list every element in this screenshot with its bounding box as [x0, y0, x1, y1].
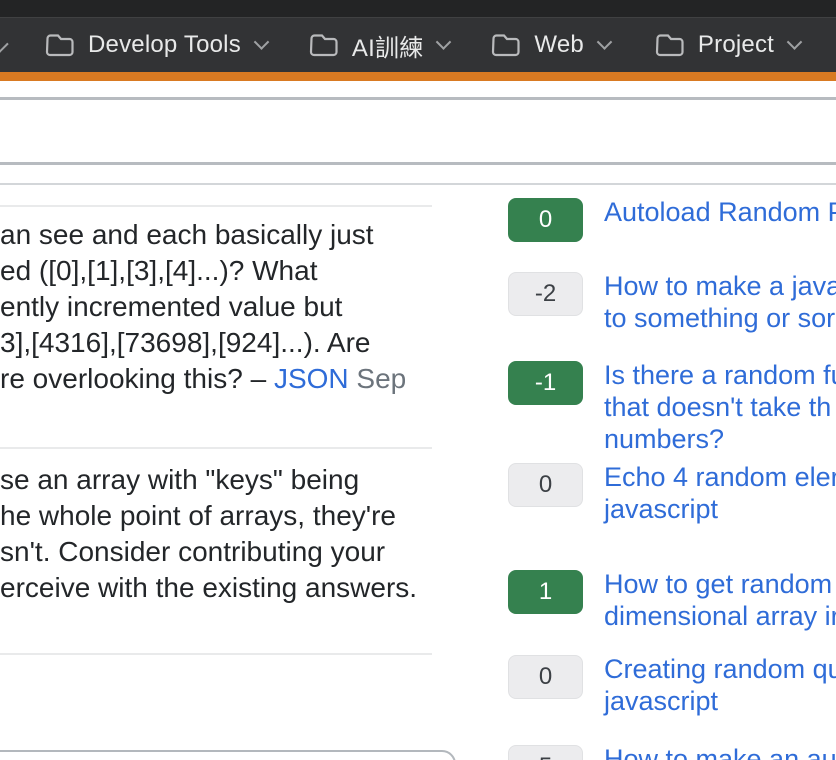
- chevron-down-icon: [787, 34, 803, 50]
- comment-separator: [0, 653, 432, 655]
- comment-text-line: 3],[4316],[73698],[924]...). Are: [0, 325, 406, 361]
- bookmark-folder-label: AI訓練: [352, 28, 423, 63]
- comment-text-line: se an array with "keys" being: [0, 462, 417, 498]
- comment-date: Sep: [349, 363, 407, 394]
- content-divider: [0, 183, 836, 185]
- question-score-badge: -1: [508, 361, 583, 405]
- comment-text-line: erceive with the existing answers.: [0, 570, 417, 606]
- question-link[interactable]: Is there a random fu that doesn't take t…: [604, 359, 836, 455]
- comment-text-line: an see and each basically just: [0, 217, 406, 253]
- related-question[interactable]: -1 Is there a random fu that doesn't tak…: [508, 359, 836, 455]
- bookmark-folder-web[interactable]: Web: [491, 31, 610, 59]
- bookmarks-bar: Develop Tools AI訓練 Web Project: [0, 18, 836, 72]
- related-question[interactable]: 1 How to get random dimensional array ir: [508, 568, 836, 632]
- comment-text-line: ed ([0],[1],[3],[4]...)? What: [0, 253, 406, 289]
- question-score-badge: 0: [508, 463, 583, 507]
- chevron-down-icon: [254, 34, 270, 50]
- chevron-down-icon: [436, 34, 452, 50]
- question-link[interactable]: Echo 4 random eler javascript: [604, 461, 836, 525]
- comment: an see and each basically just ed ([0],[…: [0, 217, 406, 397]
- related-question[interactable]: 5 How to make an au: [508, 743, 836, 760]
- question-link[interactable]: Autoload Random P: [604, 196, 836, 228]
- bookmark-folder-label: Web: [534, 31, 584, 59]
- comment-text-line: he whole point of arrays, they're: [0, 498, 417, 534]
- header-divider: [0, 97, 836, 100]
- question-score-badge: 0: [508, 655, 583, 699]
- comment-text-line: sn't. Consider contributing your: [0, 534, 417, 570]
- question-score-badge: 1: [508, 570, 583, 614]
- comment-text: re overlooking this? –: [0, 363, 274, 394]
- question-score-badge: 5: [508, 745, 583, 760]
- question-link[interactable]: How to make a java to something or sor: [604, 270, 836, 334]
- question-score-badge: 0: [508, 198, 583, 242]
- folder-icon: [491, 32, 521, 58]
- comment-text-line: ently incremented value but: [0, 289, 406, 325]
- tab-strip: [0, 0, 836, 18]
- add-comment-input[interactable]: [0, 750, 456, 760]
- chevron-down-icon: [597, 34, 613, 50]
- comment-text-line: re overlooking this? – JSON Sep: [0, 361, 406, 397]
- comment-author-link[interactable]: JSON: [274, 363, 349, 394]
- folder-icon: [655, 32, 685, 58]
- question-link[interactable]: Creating random qu javascript: [604, 653, 836, 717]
- question-score-badge: -2: [508, 272, 583, 316]
- comment: se an array with "keys" being he whole p…: [0, 462, 417, 606]
- section-divider: [0, 162, 836, 165]
- theme-accent-bar: [0, 72, 836, 81]
- related-question[interactable]: -2 How to make a java to something or so…: [508, 270, 836, 334]
- bookmark-folder-label: Project: [698, 31, 774, 59]
- question-link[interactable]: How to make an au: [604, 743, 836, 760]
- browser-window: Develop Tools AI訓練 Web Project: [0, 0, 836, 760]
- related-question[interactable]: 0 Creating random qu javascript: [508, 653, 836, 717]
- related-question[interactable]: 0 Autoload Random P: [508, 196, 836, 242]
- bookmark-folder-project[interactable]: Project: [655, 31, 800, 59]
- comment-separator: [0, 447, 432, 449]
- related-question[interactable]: 0 Echo 4 random eler javascript: [508, 461, 836, 525]
- folder-icon: [309, 32, 339, 58]
- chevron-down-icon: [0, 39, 6, 57]
- bookmark-folder-ai-training[interactable]: AI訓練: [309, 28, 449, 63]
- folder-icon: [45, 32, 75, 58]
- bookmark-folder-label: Develop Tools: [88, 31, 241, 59]
- question-link[interactable]: How to get random dimensional array ir: [604, 568, 836, 632]
- bookmark-folder-develop-tools[interactable]: Develop Tools: [45, 31, 267, 59]
- comment-separator: [0, 205, 432, 207]
